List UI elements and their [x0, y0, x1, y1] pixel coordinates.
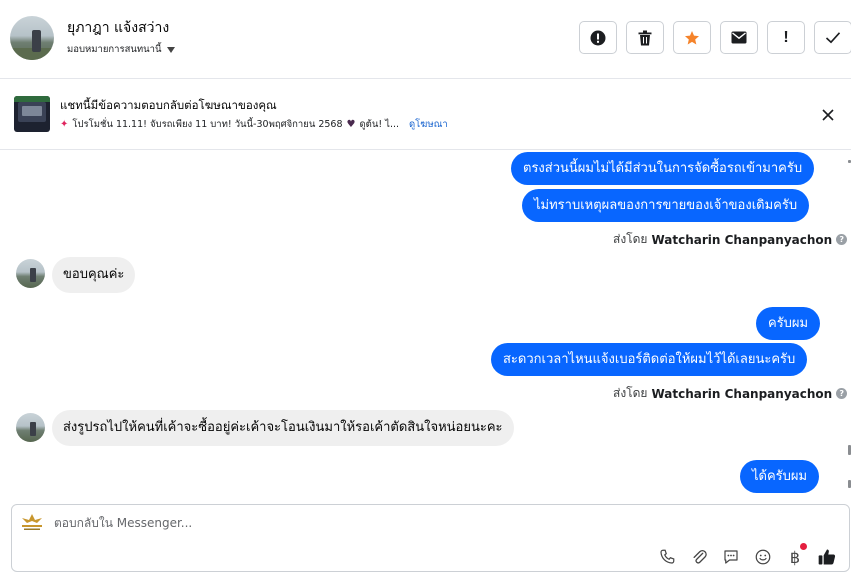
- outgoing-message[interactable]: ไม่ทราบเหตุผลของการขายของเจ้าของเดิมครับ: [522, 189, 810, 222]
- help-icon[interactable]: ?: [836, 234, 848, 245]
- ad-banner-subtitle: ✦ โปรโมชั่น 11.11! จับรถเพียง 11 บาท! วั…: [60, 117, 448, 132]
- outgoing-message[interactable]: ตรงส่วนนี้ผมไม่ได้มีส่วนในการจัดซื้อรถเข…: [511, 152, 815, 185]
- help-icon[interactable]: ?: [836, 388, 848, 399]
- contact-name[interactable]: ยุภาฎา แจ้งสว่าง: [67, 17, 169, 39]
- saved-reply-icon: [724, 550, 738, 564]
- outgoing-message[interactable]: ได้ครับผม: [740, 460, 820, 493]
- ad-reply-banner: [0, 80, 851, 150]
- composer-toolbar: ฿: [657, 543, 837, 567]
- sender-name: Watcharin Chanpanyachon: [651, 232, 833, 247]
- delete-button[interactable]: [626, 21, 664, 54]
- baht-icon: ฿: [789, 547, 801, 567]
- sent-by-prefix: ส่งโดย: [613, 386, 648, 400]
- report-spam-button[interactable]: [579, 21, 617, 54]
- ad-banner-title: แชทนี้มีข้อความตอบกลับต่อโฆษณาของคุณ: [60, 98, 277, 112]
- sent-by-prefix: ส่งโดย: [613, 232, 648, 246]
- report-spam-icon: [590, 30, 606, 45]
- sent-by-label: ส่งโดย Watcharin Chanpanyachon ?: [613, 230, 848, 249]
- notification-dot: [800, 543, 807, 550]
- assign-label: มอบหมายการสนทนานี้: [67, 44, 162, 55]
- like-icon: [818, 549, 836, 565]
- close-banner-button[interactable]: [818, 105, 838, 125]
- saved-reply-button[interactable]: [721, 547, 741, 567]
- header-actions: !: [579, 21, 851, 54]
- attach-button[interactable]: [689, 547, 709, 567]
- reply-input[interactable]: [54, 516, 654, 530]
- outgoing-message[interactable]: สะดวกเวลาไหนแจ้งเบอร์ติดต่อให้ผมไว้ได้เล…: [491, 343, 808, 376]
- view-ad-link[interactable]: ดูโฆษณา: [409, 117, 448, 132]
- star-icon: [685, 30, 699, 45]
- mark-unread-icon: [731, 31, 747, 44]
- follow-up-button[interactable]: !: [767, 21, 805, 54]
- payment-button[interactable]: ฿: [785, 543, 807, 567]
- contact-avatar-small: [16, 413, 45, 442]
- exclamation-icon: !: [783, 28, 789, 46]
- sender-name: Watcharin Chanpanyachon: [651, 386, 833, 401]
- star-button[interactable]: [673, 21, 711, 54]
- close-icon: [822, 109, 834, 121]
- call-button[interactable]: [657, 547, 677, 567]
- mark-unread-button[interactable]: [720, 21, 758, 54]
- mark-done-button[interactable]: [814, 21, 851, 54]
- incoming-message[interactable]: ส่งรูปรถไปให้คนที่เค้าจะซื้ออยู่ค่ะเค้าจ…: [52, 410, 514, 446]
- pin-icon: ✦: [60, 119, 69, 130]
- sent-by-label: ส่งโดย Watcharin Chanpanyachon ?: [613, 384, 848, 403]
- emoji-button[interactable]: [753, 547, 773, 567]
- page-logo-icon: [22, 514, 42, 530]
- heart-icon: ♥: [346, 119, 356, 130]
- ad-thumbnail[interactable]: [14, 96, 50, 132]
- emoji-icon: [755, 549, 771, 565]
- contact-avatar[interactable]: [10, 16, 54, 60]
- done-check-icon: [825, 32, 841, 44]
- delete-icon: [638, 30, 652, 45]
- outgoing-message[interactable]: ครับผม: [756, 307, 821, 340]
- phone-icon: [660, 549, 675, 564]
- contact-avatar-small: [16, 259, 45, 288]
- assign-conversation-dropdown[interactable]: มอบหมายการสนทนานี้: [67, 42, 175, 57]
- chevron-down-icon: [166, 46, 175, 53]
- incoming-message[interactable]: ขอบคุณค่ะ: [52, 257, 136, 293]
- attachment-icon: [693, 549, 707, 564]
- like-button[interactable]: [817, 547, 837, 567]
- ad-promo-text: โปรโมชั่น 11.11! จับรถเพียง 11 บาท! วันน…: [72, 119, 343, 130]
- ad-promo-tail: ดูต้น! ไ...: [359, 119, 400, 130]
